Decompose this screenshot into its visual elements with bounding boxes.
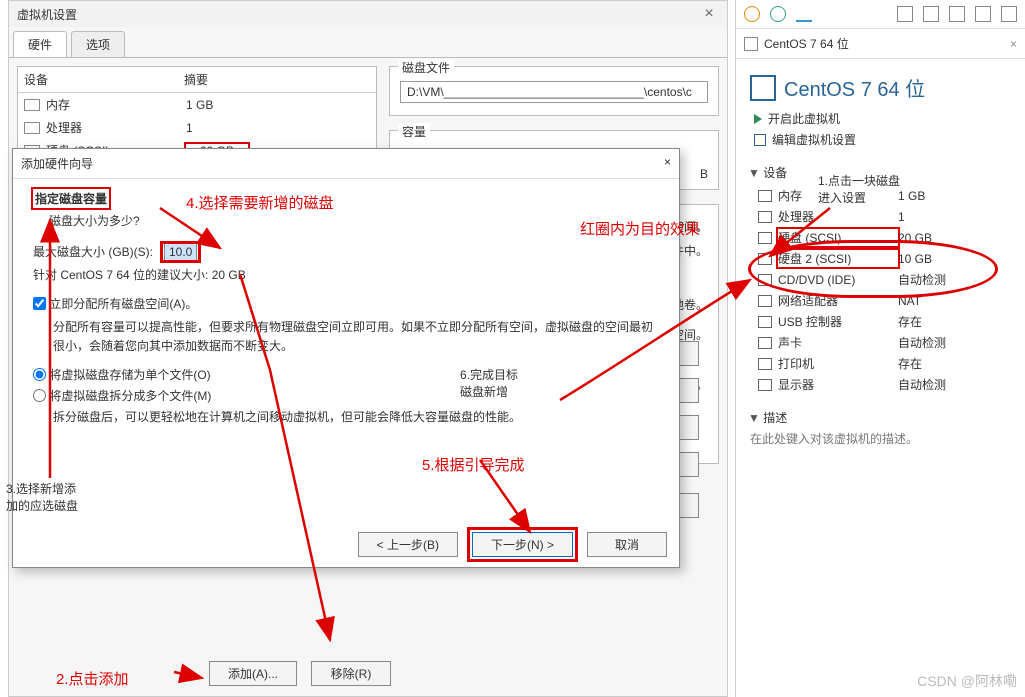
device-icon bbox=[758, 316, 772, 328]
wizard-title: 添加硬件向导 bbox=[21, 155, 93, 172]
split-icon[interactable] bbox=[975, 6, 991, 22]
tab-close-icon[interactable]: × bbox=[1010, 37, 1017, 51]
terminal-icon[interactable] bbox=[1001, 6, 1017, 22]
disk-size-input[interactable]: 10.0 bbox=[164, 242, 197, 262]
device-icon bbox=[758, 211, 772, 223]
device-row[interactable]: 显示器自动检测 bbox=[736, 374, 1025, 395]
refresh-icon[interactable] bbox=[770, 6, 786, 22]
device-icon bbox=[758, 337, 772, 349]
back-button[interactable]: < 上一步(B) bbox=[358, 532, 458, 557]
allocate-now-checkbox[interactable]: 立即分配所有磁盘空间(A)。 bbox=[33, 295, 659, 312]
single-file-radio[interactable]: 将虚拟磁盘存储为单个文件(O) bbox=[33, 366, 659, 383]
add-hardware-wizard: 添加硬件向导 × 指定磁盘容量 磁盘大小为多少? 最大磁盘大小 (GB)(S):… bbox=[12, 148, 680, 568]
tab-hardware[interactable]: 硬件 bbox=[13, 31, 67, 57]
col-device: 设备 bbox=[24, 71, 184, 88]
ann-6: 6.完成目标磁盘新增 bbox=[460, 366, 518, 400]
watermark: CSDN @阿林嘞 bbox=[917, 671, 1017, 691]
col-summary: 摘要 bbox=[184, 71, 208, 88]
layout2-icon[interactable] bbox=[923, 6, 939, 22]
next-button[interactable]: 下一步(N) > bbox=[472, 532, 573, 557]
edit-icon bbox=[754, 134, 766, 146]
result-highlight-oval bbox=[748, 240, 998, 298]
clock-icon[interactable] bbox=[744, 6, 760, 22]
group-diskfile: 磁盘文件 D:\VM\_____________________________… bbox=[389, 66, 719, 116]
wizard-heading: 指定磁盘容量 bbox=[33, 189, 109, 208]
remove-button[interactable]: 移除(R) bbox=[311, 661, 391, 686]
ann-5: 5.根据引导完成 bbox=[422, 454, 525, 475]
hw-row-memory[interactable]: 内存1 GB bbox=[18, 93, 376, 116]
allocate-desc: 分配所有容量可以提高性能，但要求所有物理磁盘空间立即可用。如果不立即分配所有空间… bbox=[53, 318, 659, 356]
edit-settings-link[interactable]: 编辑虚拟机设置 bbox=[736, 129, 1025, 150]
tabs: 硬件 选项 bbox=[9, 31, 727, 58]
ann-7: 红圈内为目的效果 bbox=[580, 218, 700, 239]
layout1-icon[interactable] bbox=[897, 6, 913, 22]
device-icon bbox=[758, 232, 772, 244]
ann-3: 3.选择新增添加的应选磁盘 bbox=[6, 480, 78, 514]
device-row[interactable]: 打印机存在 bbox=[736, 353, 1025, 374]
play-icon bbox=[754, 114, 762, 124]
toolbar-icons bbox=[736, 0, 1025, 29]
device-icon bbox=[758, 379, 772, 391]
vm-big-icon bbox=[750, 75, 776, 101]
disk-path[interactable]: D:\VM\______________________________\cen… bbox=[400, 81, 708, 103]
hw-row-cpu[interactable]: 处理器1 bbox=[18, 116, 376, 139]
wizard-sub: 磁盘大小为多少? bbox=[49, 212, 659, 229]
device-row[interactable]: 声卡自动检测 bbox=[736, 332, 1025, 353]
size-hint: 针对 CentOS 7 64 位的建议大小: 20 GB bbox=[33, 266, 659, 283]
close-icon[interactable]: × bbox=[699, 5, 719, 23]
device-icon bbox=[758, 295, 772, 307]
max-size-label: 最大磁盘大小 (GB)(S): bbox=[33, 243, 153, 260]
vm-tab[interactable]: CentOS 7 64 位 × bbox=[736, 29, 1025, 59]
memory-icon bbox=[24, 99, 40, 111]
settings-titlebar: 虚拟机设置 × bbox=[9, 1, 727, 27]
device-icon bbox=[758, 358, 772, 370]
split-desc: 拆分磁盘后，可以更轻松地在计算机之间移动虚拟机，但可能会降低大容量磁盘的性能。 bbox=[53, 408, 659, 427]
device-icon bbox=[758, 190, 772, 202]
tab-options[interactable]: 选项 bbox=[71, 31, 125, 57]
split-file-radio[interactable]: 将虚拟磁盘拆分成多个文件(M) bbox=[33, 387, 659, 404]
add-button[interactable]: 添加(A)... bbox=[209, 661, 297, 686]
settings-title: 虚拟机设置 bbox=[17, 6, 77, 23]
wizard-close-icon[interactable]: × bbox=[664, 155, 671, 172]
cancel-button[interactable]: 取消 bbox=[587, 532, 667, 557]
ann-2: 2.点击添加 bbox=[56, 668, 129, 689]
ann-4: 4.选择需要新增的磁盘 bbox=[186, 192, 334, 213]
description-placeholder[interactable]: 在此处键入对该虚拟机的描述。 bbox=[750, 430, 1011, 447]
vm-tab-icon bbox=[744, 37, 758, 51]
cpu-icon bbox=[24, 122, 40, 134]
fullscreen-icon[interactable] bbox=[949, 6, 965, 22]
ann-1: 1.点击一块磁盘进入设置 bbox=[818, 172, 900, 206]
vm-library-panel: CentOS 7 64 位 × CentOS 7 64 位 开启此虚拟机 编辑虚… bbox=[735, 0, 1025, 697]
car-icon[interactable] bbox=[796, 6, 812, 22]
device-row[interactable]: USB 控制器存在 bbox=[736, 311, 1025, 332]
section-description[interactable]: 描述 bbox=[748, 409, 1013, 426]
power-on-link[interactable]: 开启此虚拟机 bbox=[736, 108, 1025, 129]
device-row[interactable]: 处理器1 bbox=[736, 206, 1025, 227]
vm-title: CentOS 7 64 位 bbox=[736, 59, 1025, 108]
